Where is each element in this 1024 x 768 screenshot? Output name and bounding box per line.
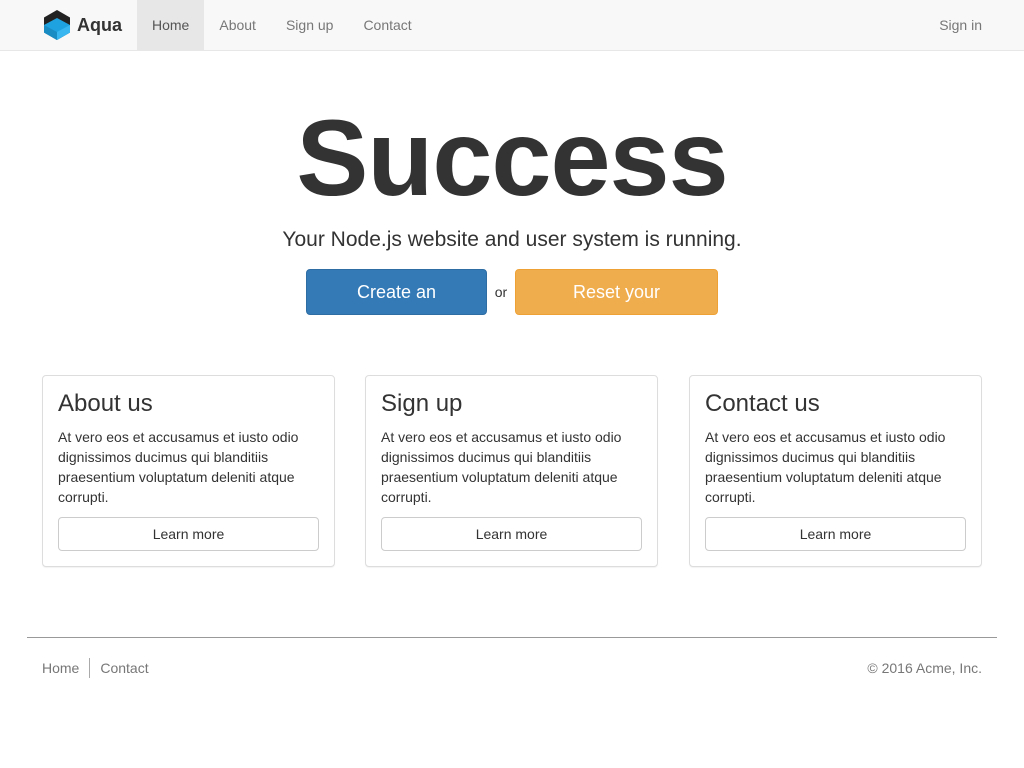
panel-body: At vero eos et accusamus et iusto odio d…	[58, 429, 299, 505]
panel-body: At vero eos et accusamus et iusto odio d…	[381, 429, 622, 505]
footer-link-home[interactable]: Home	[42, 660, 79, 676]
nav-item-contact[interactable]: Contact	[348, 0, 426, 50]
or-separator: or	[494, 284, 508, 300]
learn-more-button[interactable]: Learn more	[58, 517, 319, 551]
panel-sign-up: Sign up At vero eos et accusamus et iust…	[365, 375, 658, 567]
footer-links: Home Contact	[42, 656, 149, 680]
panel-contact-us: Contact us At vero eos et accusamus et i…	[689, 375, 982, 567]
nav-right: Sign in	[924, 0, 997, 50]
panel-title: Sign up	[381, 390, 463, 417]
navbar: Aqua Home About Sign up Contact Sign in	[0, 0, 1024, 51]
panel-title: Contact us	[705, 390, 820, 417]
nav-item-home[interactable]: Home	[137, 0, 205, 50]
hero-actions: Create an account or Reset your password	[0, 269, 1024, 346]
nav-item-about[interactable]: About	[204, 0, 271, 50]
reset-password-button[interactable]: Reset your password	[515, 269, 718, 346]
aqua-cube-icon	[42, 9, 72, 41]
panel-title: About us	[58, 390, 153, 417]
hero-title: Success	[296, 97, 728, 218]
copyright-text: © 2016 Acme, Inc.	[867, 660, 982, 676]
sign-in-link[interactable]: Sign in	[924, 0, 997, 50]
create-account-button[interactable]: Create an account	[306, 269, 487, 346]
learn-more-button[interactable]: Learn more	[705, 517, 966, 551]
footer-link-contact[interactable]: Contact	[100, 660, 148, 676]
footer-link-separator	[89, 658, 91, 678]
learn-more-button[interactable]: Learn more	[381, 517, 642, 551]
panel-body: At vero eos et accusamus et iusto odio d…	[705, 429, 946, 505]
footer-divider	[27, 637, 997, 638]
main-nav: Home About Sign up Contact	[137, 0, 427, 50]
hero-lead: Your Node.js website and user system is …	[282, 228, 742, 251]
nav-item-sign-up[interactable]: Sign up	[271, 0, 348, 50]
brand-link[interactable]: Aqua	[42, 0, 122, 50]
brand-name: Aqua	[77, 14, 122, 35]
panel-about-us: About us At vero eos et accusamus et ius…	[42, 375, 335, 567]
